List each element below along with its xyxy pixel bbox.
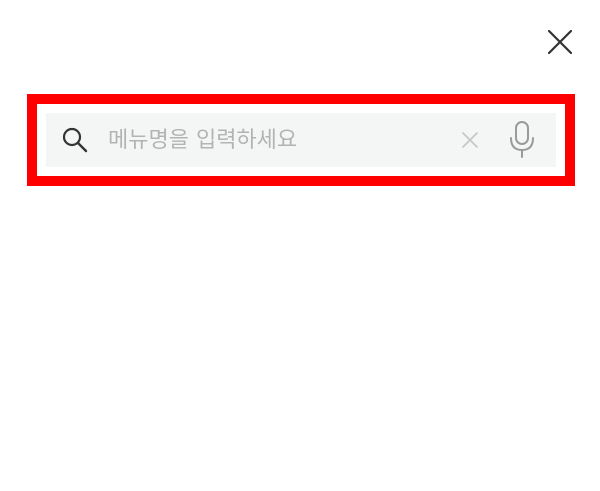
clear-icon <box>462 132 478 148</box>
voice-search-button[interactable] <box>505 118 539 162</box>
search-icon <box>60 125 90 155</box>
clear-button[interactable] <box>457 127 483 153</box>
search-input[interactable] <box>108 118 457 162</box>
search-bar[interactable] <box>46 113 556 167</box>
microphone-icon <box>510 121 534 158</box>
close-icon <box>547 29 573 55</box>
search-bar-highlight <box>27 94 575 186</box>
close-button[interactable] <box>544 26 576 58</box>
